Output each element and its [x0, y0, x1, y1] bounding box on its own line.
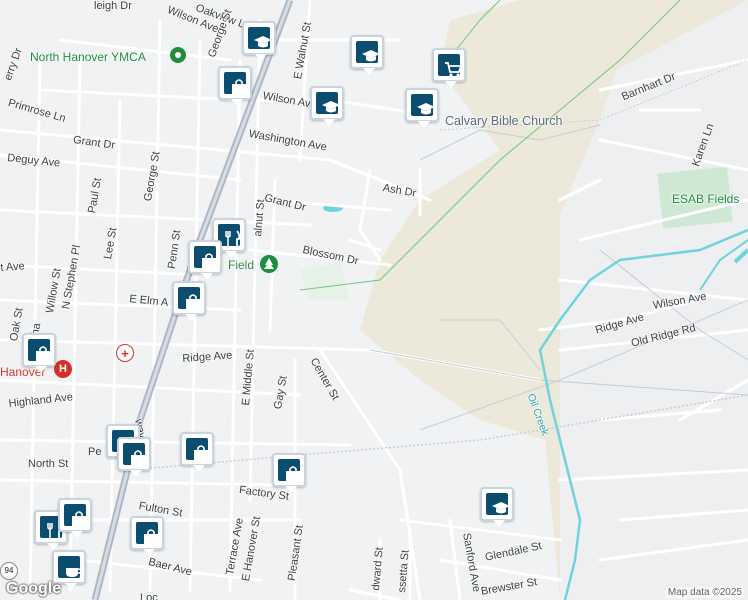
shopping-bag-icon — [64, 504, 86, 527]
place-esab-fields[interactable]: ESAB Fields — [672, 193, 739, 205]
shopping-cart-icon — [438, 54, 463, 77]
shopping-bag-pin-7[interactable] — [272, 453, 306, 493]
shopping-bag-icon — [224, 72, 246, 95]
school-pin-2[interactable] — [350, 35, 384, 75]
place-field[interactable]: Field — [228, 259, 254, 271]
shopping-bag-pin-3[interactable] — [172, 281, 206, 321]
shopping-bag-pin-9[interactable] — [130, 516, 164, 556]
shopping-bag-pin-2[interactable] — [188, 240, 222, 280]
shopping-bag-icon — [278, 459, 300, 482]
map-canvas[interactable]: leigh Dr Oakview Ln Wilson Ave George St… — [0, 0, 748, 600]
street-ave-west: t Ave — [0, 260, 26, 274]
shopping-bag-icon — [28, 339, 50, 362]
school-icon — [248, 27, 272, 49]
shopping-bag-icon — [178, 287, 200, 310]
street-north-st: North St — [28, 458, 69, 470]
medical-cross-icon[interactable]: + — [116, 344, 134, 362]
shopping-bag-pin-5[interactable] — [117, 437, 151, 477]
shopping-bag-icon — [186, 438, 208, 461]
shopping-bag-pin-4[interactable] — [22, 333, 56, 373]
shopping-bag-icon — [123, 443, 145, 466]
park-tree-icon[interactable] — [260, 255, 278, 273]
street-loc: Loc — [140, 592, 158, 600]
place-north-hanover-ymca[interactable]: North Hanover YMCA — [30, 51, 146, 63]
route-94-shield: 94 — [0, 562, 18, 580]
shopping-bag-pin-1[interactable] — [218, 66, 252, 106]
hospital-icon[interactable]: H — [54, 360, 72, 378]
school-pin-3[interactable] — [310, 86, 344, 126]
shopping-bag-pin-8[interactable] — [58, 498, 92, 538]
school-pin-5[interactable] — [480, 487, 514, 527]
shopping-bag-pin-6[interactable] — [180, 432, 214, 472]
shopping-bag-icon — [136, 522, 158, 545]
shopping-cart-pin[interactable] — [432, 48, 466, 88]
google-logo[interactable]: Google — [6, 580, 61, 598]
cafe-pin[interactable] — [52, 550, 86, 590]
street-penn-short: Pe — [88, 446, 102, 458]
school-icon — [316, 92, 340, 114]
school-pin-4[interactable] — [405, 88, 439, 128]
place-calvary-bible-church[interactable]: Calvary Bible Church — [445, 115, 562, 128]
ymca-marker-icon[interactable] — [170, 47, 186, 63]
street-leigh-dr: leigh Dr — [94, 0, 132, 12]
school-icon — [486, 493, 510, 515]
shopping-bag-icon — [194, 246, 216, 269]
map-attribution[interactable]: Map data ©2025 — [665, 587, 744, 598]
coffee-cup-icon — [58, 556, 82, 580]
school-pin-1[interactable] — [242, 21, 276, 61]
school-icon — [356, 41, 380, 63]
school-icon — [411, 94, 435, 116]
